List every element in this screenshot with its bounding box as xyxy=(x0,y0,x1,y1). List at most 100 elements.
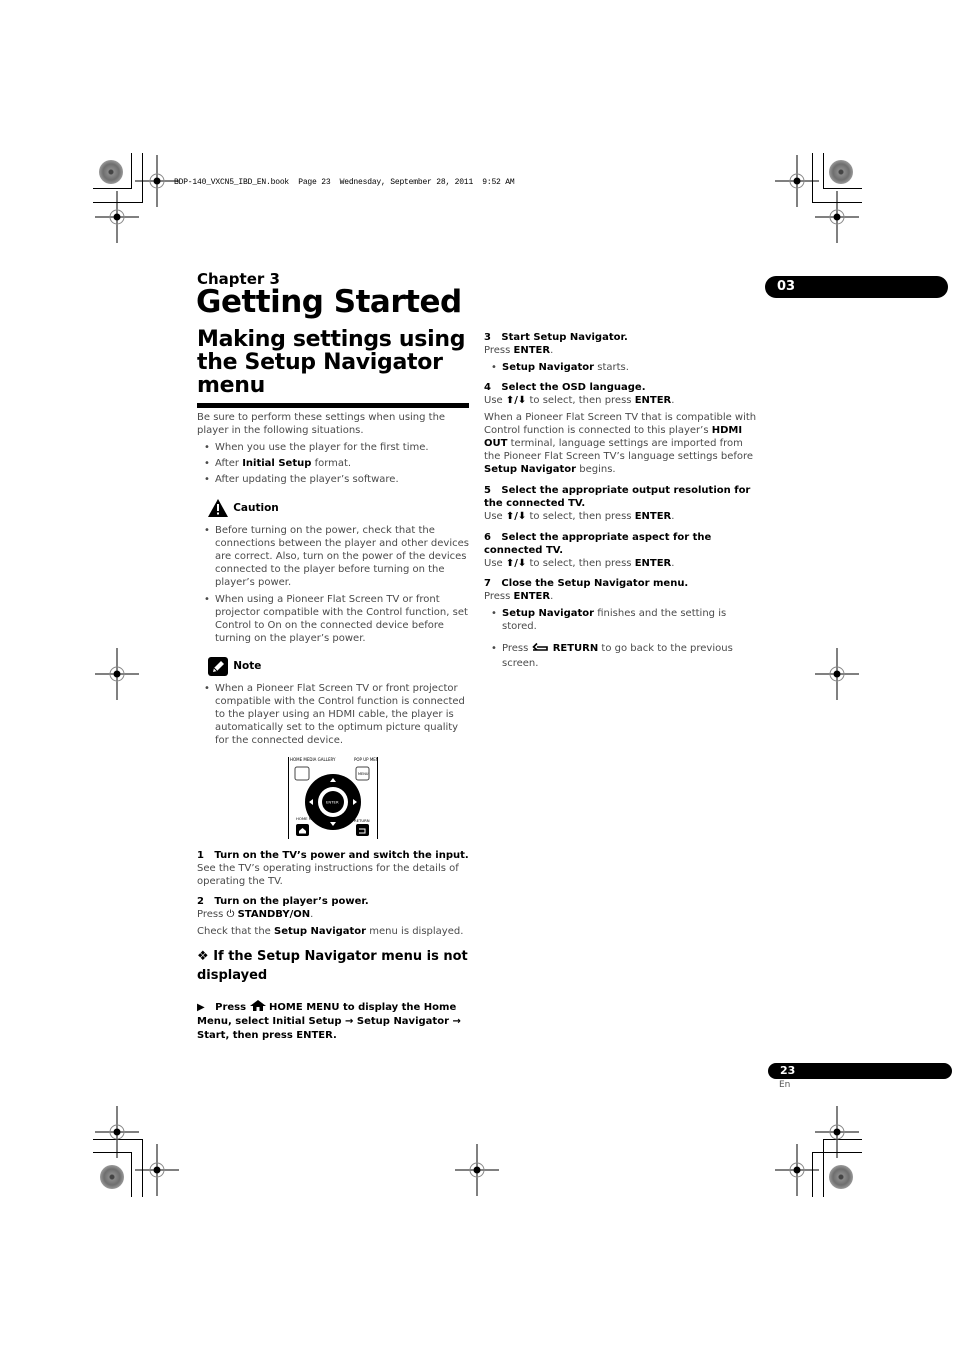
step-number: 1 xyxy=(197,850,204,861)
subsection-heading-text: If the Setup Navigator menu is not displ… xyxy=(197,949,468,983)
chapter-title: Getting Started xyxy=(196,284,462,320)
up-down-arrows-icon: ⬆/⬇ xyxy=(505,395,527,406)
page-number-tab: 23 xyxy=(768,1063,952,1079)
registration-mark-icon xyxy=(815,1106,859,1158)
step-text: . xyxy=(671,558,675,569)
step-text: Press xyxy=(484,591,514,602)
triangle-bullet-icon: ▶ xyxy=(197,1002,216,1013)
step-text: menu is displayed. xyxy=(366,926,464,937)
registration-mark-icon xyxy=(95,191,139,243)
step-title: 5 Select the appropriate output resoluti… xyxy=(484,484,759,510)
note-label: Note xyxy=(233,660,262,672)
situation-item: After updating the player’s software. xyxy=(197,473,472,486)
return-label: RETURN xyxy=(354,818,370,823)
note-item: When a Pioneer Flat Screen TV or front p… xyxy=(197,682,472,747)
step-bold: Setup Navigator xyxy=(274,926,367,937)
step-title-text: Select the OSD language. xyxy=(501,382,646,393)
key-name: ENTER xyxy=(513,591,551,602)
step-text: to select, then press xyxy=(526,558,635,569)
right-column: 3 Start Setup Navigator. Press ENTER. Se… xyxy=(484,331,759,671)
step-title: 6 Select the appropriate aspect for the … xyxy=(484,531,759,557)
step-bullet: Press RETURN to go back to the previous … xyxy=(484,641,759,671)
step-title: 1 Turn on the TV’s power and switch the … xyxy=(197,849,472,862)
home-media-gallery-label: HOME MEDIA GALLERY xyxy=(290,757,336,762)
registration-mark-icon xyxy=(775,155,819,207)
page-language: En xyxy=(779,1080,791,1090)
remote-control-illustration: HOME MEDIA GALLERY POP UP MENU MENU ENTE… xyxy=(288,757,382,839)
up-down-arrows-icon: ⬆/⬇ xyxy=(505,511,527,522)
warning-triangle-icon xyxy=(208,499,228,517)
registration-mark-icon xyxy=(815,191,859,243)
registration-mark-icon xyxy=(95,1106,139,1158)
instruction-text: Start, then press ENTER. xyxy=(197,1030,337,1041)
section-rule xyxy=(197,403,469,408)
caution-label: Caution xyxy=(233,501,279,514)
arrow-icon: → xyxy=(452,1016,461,1027)
note-heading: Note xyxy=(197,657,472,679)
print-header: BDP-140_VXCN5_IBD_EN.book Page 23 Wednes… xyxy=(174,178,515,187)
key-name: ENTER xyxy=(634,395,672,406)
step-title-text: Turn on the TV’s power and switch the in… xyxy=(214,850,469,861)
step-title-text: Select the appropriate aspect for the co… xyxy=(484,532,712,556)
home-menu-label: HOME MENU xyxy=(296,816,320,821)
step-bullet: Setup Navigator finishes and the setting… xyxy=(484,607,759,633)
power-icon: ⏻ xyxy=(226,909,238,920)
step-text: . xyxy=(310,909,314,920)
page-number: 23 xyxy=(780,1064,796,1077)
registration-marks xyxy=(95,155,859,1196)
registration-mark-icon xyxy=(455,1144,499,1196)
key-name: ENTER xyxy=(513,345,551,356)
step-text: . xyxy=(671,395,675,406)
chapter-tab-number: 03 xyxy=(777,279,796,294)
home-icon xyxy=(249,1000,266,1011)
step-text: terminal, language settings are imported… xyxy=(484,438,754,462)
caution-item: When using a Pioneer Flat Screen TV or f… xyxy=(197,593,472,645)
step-use: Use ⬆/⬇ to select, then press ENTER. xyxy=(484,510,759,523)
step-body: When a Pioneer Flat Screen TV that is co… xyxy=(484,411,759,476)
step-text: Press xyxy=(502,643,532,654)
key-name: RETURN xyxy=(552,643,599,654)
step-number: 3 xyxy=(484,332,491,343)
registration-mark-icon xyxy=(815,648,859,700)
section-title: Making settings using the Setup Navigato… xyxy=(197,327,466,398)
registration-mark-icon xyxy=(135,1144,179,1196)
remote-drawing: HOME MEDIA GALLERY POP UP MENU MENU ENTE… xyxy=(288,757,382,839)
step-number: 4 xyxy=(484,382,491,393)
step-number: 2 xyxy=(197,896,204,907)
step-text: . xyxy=(671,511,675,522)
situation-text: After xyxy=(215,458,243,469)
step-text: begins. xyxy=(576,464,616,475)
step-check: Check that the Setup Navigator menu is d… xyxy=(197,925,472,938)
pencil-note-icon xyxy=(208,657,228,676)
step-press: Press ⏻ STANDBY/ON. xyxy=(197,908,472,921)
step-title-text: Start Setup Navigator. xyxy=(501,332,628,343)
step-text: Use xyxy=(484,395,506,406)
step-number: 6 xyxy=(484,532,491,543)
diamond-icon: ❖ xyxy=(197,949,214,964)
instruction: ▶ Press HOME MENU to display the Home Me… xyxy=(197,1000,472,1043)
step-text: to select, then press xyxy=(526,395,635,406)
intro-text: Be sure to perform these settings when u… xyxy=(197,412,446,436)
step-number: 7 xyxy=(484,578,491,589)
step-text: starts. xyxy=(594,362,629,373)
chapter-tab: 03 xyxy=(765,276,948,298)
step-use: Use ⬆/⬇ to select, then press ENTER. xyxy=(484,557,759,570)
step-number: 5 xyxy=(484,485,491,496)
step-press: Press ENTER. xyxy=(484,590,759,603)
step-text: . xyxy=(550,345,554,356)
step-text: Press xyxy=(197,909,227,920)
step-bold: Setup Navigator xyxy=(502,608,595,619)
registration-mark-icon xyxy=(135,155,179,207)
step-bullet: Setup Navigator starts. xyxy=(484,361,759,374)
step-title: 3 Start Setup Navigator. xyxy=(484,331,759,344)
step-title: 2 Turn on the player’s power. xyxy=(197,895,472,908)
step-text: to select, then press xyxy=(526,511,635,522)
step-text: Check that the xyxy=(197,926,275,937)
step-use: Use ⬆/⬇ to select, then press ENTER. xyxy=(484,394,759,407)
step-text: Use xyxy=(484,558,506,569)
enter-key-label: ENTER xyxy=(326,800,339,805)
key-name: ENTER xyxy=(634,511,672,522)
key-name: ENTER xyxy=(634,558,672,569)
left-column-steps: 1 Turn on the TV’s power and switch the … xyxy=(197,849,472,1043)
situation-item: When you use the player for the first ti… xyxy=(197,441,472,454)
